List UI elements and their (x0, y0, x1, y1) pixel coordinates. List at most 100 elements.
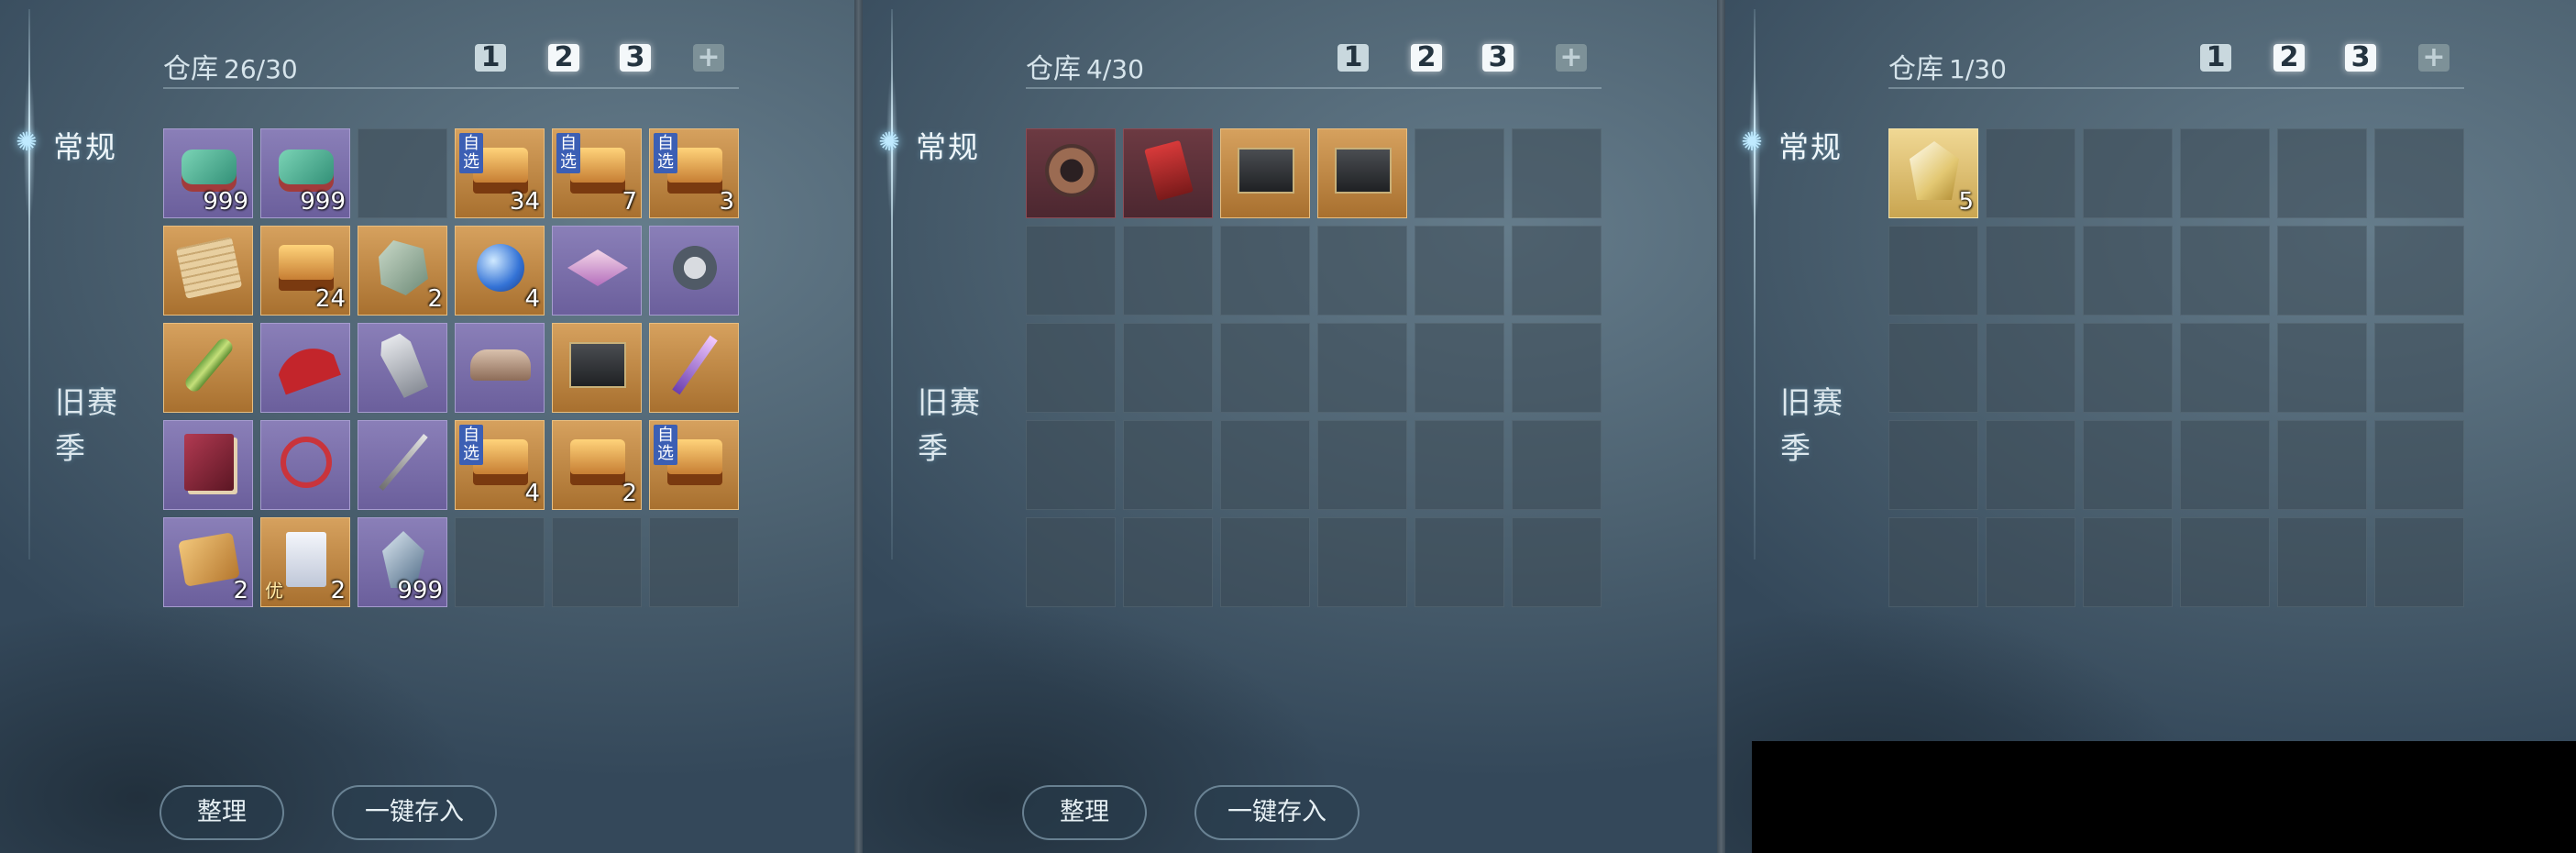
sidebar-item-normal[interactable]: 常规 (53, 123, 117, 167)
empty-slot[interactable] (1317, 323, 1407, 413)
item-slot[interactable]: 2 (552, 420, 642, 510)
empty-slot[interactable] (1888, 226, 1978, 316)
empty-slot[interactable] (2277, 323, 2367, 413)
empty-slot[interactable] (2180, 226, 2270, 316)
item-slot[interactable] (163, 323, 253, 413)
empty-slot[interactable] (2374, 226, 2464, 316)
empty-slot[interactable] (2180, 420, 2270, 510)
empty-slot[interactable] (2374, 128, 2464, 218)
tab-storage-1[interactable]: 1 (1330, 37, 1376, 79)
item-slot[interactable]: 5 (1888, 128, 1978, 218)
empty-slot[interactable] (1512, 226, 1602, 316)
empty-slot[interactable] (1888, 517, 1978, 607)
item-slot[interactable] (163, 420, 253, 510)
empty-slot[interactable] (1123, 420, 1213, 510)
empty-slot[interactable] (1986, 226, 2075, 316)
tab-storage-2[interactable]: 2 (541, 37, 587, 79)
empty-slot[interactable] (1026, 420, 1116, 510)
empty-slot[interactable] (1986, 420, 2075, 510)
item-slot[interactable]: 999 (260, 128, 350, 218)
item-slot[interactable] (649, 226, 739, 316)
item-slot[interactable]: 自选 34 (455, 128, 545, 218)
empty-slot[interactable] (1220, 226, 1310, 316)
item-slot[interactable]: 自选 3 (649, 128, 739, 218)
empty-slot[interactable] (1317, 517, 1407, 607)
deposit-all-button[interactable]: 一键存入 (332, 785, 497, 840)
item-slot[interactable]: 优2 (260, 517, 350, 607)
empty-slot[interactable] (1317, 420, 1407, 510)
tab-storage-1[interactable]: 1 (2193, 37, 2239, 79)
deposit-all-button[interactable]: 一键存入 (1194, 785, 1360, 840)
empty-slot[interactable] (2083, 128, 2173, 218)
tab-storage-3[interactable]: 3 (2338, 37, 2383, 79)
empty-slot[interactable] (1888, 420, 1978, 510)
empty-slot[interactable] (1220, 323, 1310, 413)
empty-slot[interactable] (2277, 226, 2367, 316)
item-slot[interactable]: 自选 4 (455, 420, 545, 510)
tab-add[interactable]: + (1548, 37, 1594, 79)
empty-slot[interactable] (1123, 517, 1213, 607)
empty-slot[interactable] (358, 128, 447, 218)
item-slot[interactable] (260, 323, 350, 413)
empty-slot[interactable] (1026, 517, 1116, 607)
item-slot[interactable] (1026, 128, 1116, 218)
empty-slot[interactable] (2277, 420, 2367, 510)
empty-slot[interactable] (2180, 128, 2270, 218)
empty-slot[interactable] (2083, 420, 2173, 510)
sidebar-item-normal[interactable]: 常规 (916, 123, 980, 167)
item-slot[interactable]: 2 (358, 226, 447, 316)
empty-slot[interactable] (2374, 420, 2464, 510)
empty-slot[interactable] (2180, 323, 2270, 413)
sort-button[interactable]: 整理 (1022, 785, 1147, 840)
item-slot[interactable]: 4 (455, 226, 545, 316)
sidebar-item-old-season[interactable]: 旧赛季 (55, 380, 128, 471)
item-slot[interactable]: 999 (163, 128, 253, 218)
empty-slot[interactable] (2374, 323, 2464, 413)
tab-add[interactable]: + (2411, 37, 2457, 79)
tab-storage-3[interactable]: 3 (1475, 37, 1521, 79)
empty-slot[interactable] (2374, 517, 2464, 607)
tab-storage-3[interactable]: 3 (612, 37, 658, 79)
empty-slot[interactable] (455, 517, 545, 607)
empty-slot[interactable] (2277, 517, 2367, 607)
empty-slot[interactable] (1512, 128, 1602, 218)
empty-slot[interactable] (2083, 323, 2173, 413)
item-slot[interactable]: 自选 7 (552, 128, 642, 218)
empty-slot[interactable] (1123, 226, 1213, 316)
sort-button[interactable]: 整理 (160, 785, 284, 840)
empty-slot[interactable] (1512, 323, 1602, 413)
empty-slot[interactable] (2180, 517, 2270, 607)
item-slot[interactable] (552, 226, 642, 316)
item-slot[interactable] (260, 420, 350, 510)
item-slot[interactable] (358, 323, 447, 413)
tab-storage-1[interactable]: 1 (468, 37, 513, 79)
sidebar-item-normal[interactable]: 常规 (1778, 123, 1843, 167)
empty-slot[interactable] (1220, 517, 1310, 607)
empty-slot[interactable] (1986, 517, 2075, 607)
item-slot[interactable]: 自选 (649, 420, 739, 510)
empty-slot[interactable] (649, 517, 739, 607)
empty-slot[interactable] (2277, 128, 2367, 218)
item-slot[interactable]: 999 (358, 517, 447, 607)
item-slot[interactable] (1220, 128, 1310, 218)
tab-storage-2[interactable]: 2 (1404, 37, 1449, 79)
item-slot[interactable] (358, 420, 447, 510)
empty-slot[interactable] (1415, 323, 1504, 413)
item-slot[interactable]: 24 (260, 226, 350, 316)
empty-slot[interactable] (1512, 517, 1602, 607)
empty-slot[interactable] (1415, 128, 1504, 218)
sidebar-item-old-season[interactable]: 旧赛季 (1780, 380, 1854, 471)
empty-slot[interactable] (1415, 517, 1504, 607)
item-slot[interactable]: 2 (163, 517, 253, 607)
tab-storage-2[interactable]: 2 (2266, 37, 2312, 79)
empty-slot[interactable] (1415, 420, 1504, 510)
empty-slot[interactable] (2083, 517, 2173, 607)
empty-slot[interactable] (1317, 226, 1407, 316)
empty-slot[interactable] (1888, 323, 1978, 413)
empty-slot[interactable] (1512, 420, 1602, 510)
empty-slot[interactable] (1123, 323, 1213, 413)
empty-slot[interactable] (1415, 226, 1504, 316)
sidebar-item-old-season[interactable]: 旧赛季 (918, 380, 991, 471)
empty-slot[interactable] (1026, 323, 1116, 413)
empty-slot[interactable] (1220, 420, 1310, 510)
